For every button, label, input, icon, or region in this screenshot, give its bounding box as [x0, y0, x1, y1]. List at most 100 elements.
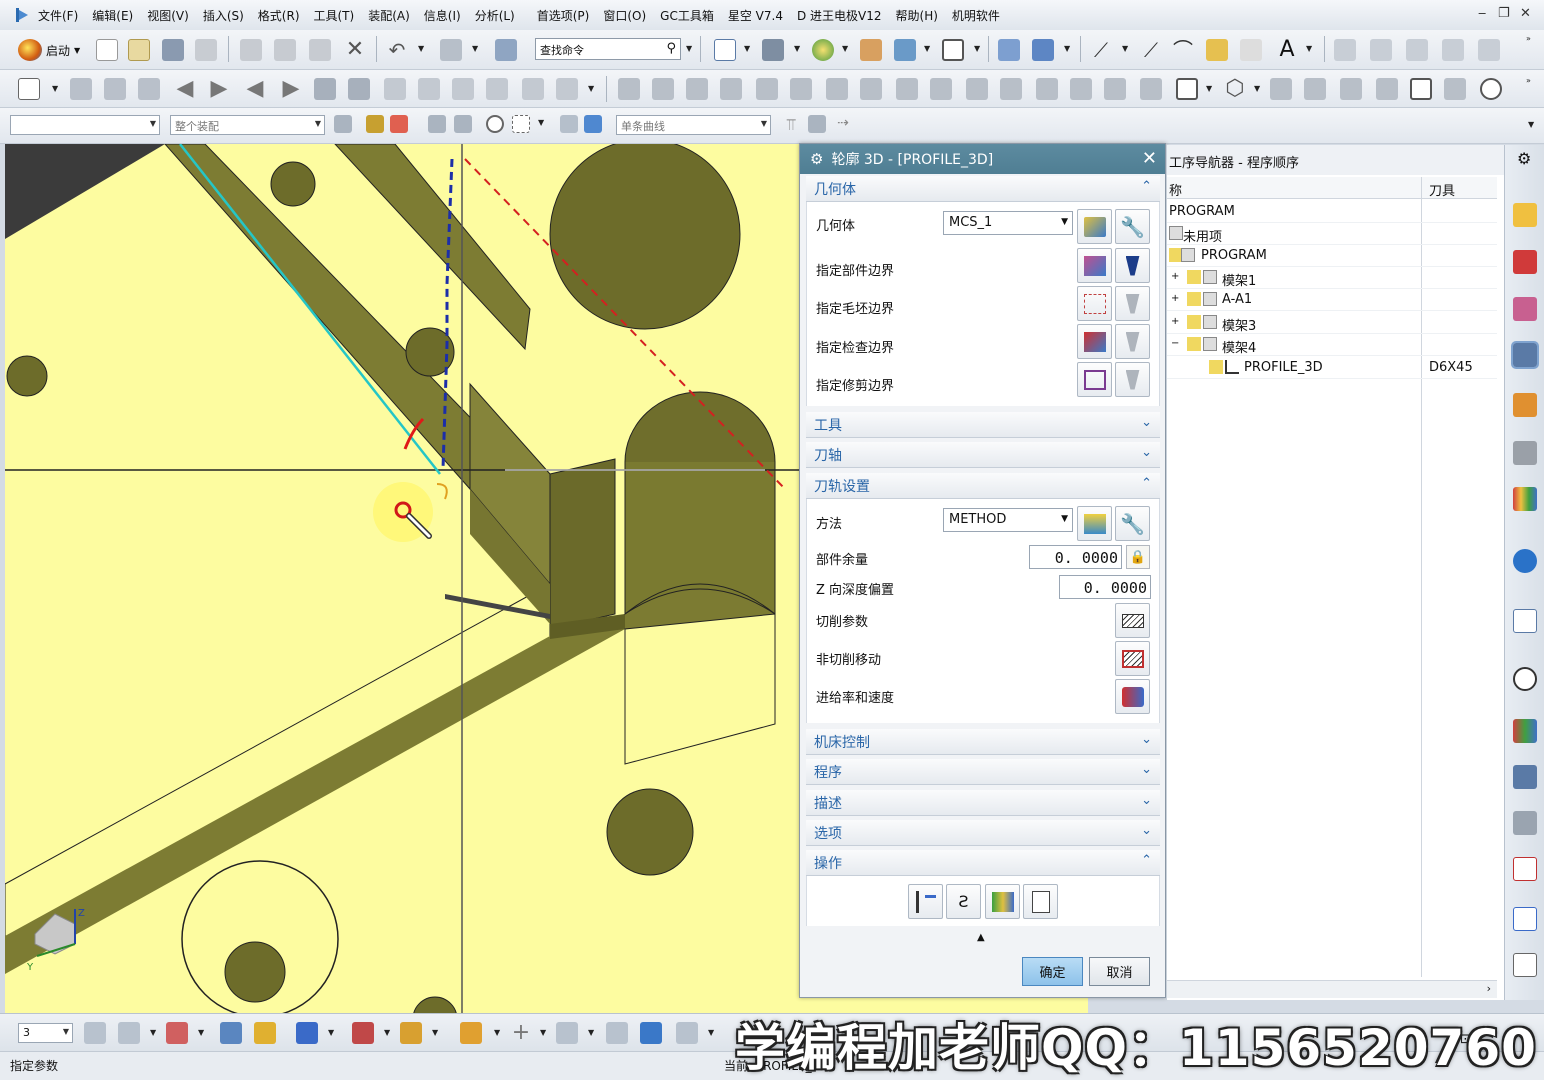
snap2-icon[interactable] — [390, 115, 408, 133]
group-options[interactable]: 选项 ⌄ — [806, 820, 1160, 846]
pad-icon[interactable] — [556, 78, 578, 100]
part-nav-icon[interactable] — [1513, 297, 1537, 321]
text-icon[interactable]: A — [1276, 39, 1298, 61]
sheet-icon[interactable] — [18, 78, 40, 100]
abs-icon[interactable] — [70, 78, 92, 100]
feature14-icon[interactable] — [1070, 78, 1092, 100]
feature16-icon[interactable] — [1140, 78, 1162, 100]
group-geometry[interactable]: 几何体 ⌃ — [806, 176, 1160, 202]
line2-icon[interactable]: ⟋ — [1140, 39, 1162, 61]
horizontal-scrollbar[interactable]: › — [1167, 980, 1497, 998]
window-tile4-icon[interactable] — [1442, 39, 1464, 61]
column-tool[interactable]: 刀具 — [1429, 180, 1455, 199]
pocket-icon[interactable] — [522, 78, 544, 100]
tree-row[interactable]: − 模架4 — [1167, 334, 1497, 356]
feature5-icon[interactable] — [756, 78, 778, 100]
new-method-button[interactable] — [1077, 506, 1112, 541]
cut-params-button[interactable] — [1115, 603, 1150, 638]
tree-row[interactable]: + 模架3 — [1167, 312, 1497, 334]
sketch-icon[interactable] — [1240, 39, 1262, 61]
group-actions[interactable]: 操作 ⌃ — [806, 850, 1160, 876]
feature9-icon[interactable] — [896, 78, 918, 100]
layer-settings-icon[interactable] — [84, 1022, 106, 1044]
menu-window[interactable]: 窗口(O) — [603, 7, 646, 24]
list-button[interactable] — [1023, 884, 1058, 919]
material-icon[interactable] — [812, 39, 834, 61]
web-browser-icon[interactable] — [1513, 549, 1537, 573]
menu-analysis[interactable]: 分析(L) — [475, 7, 515, 24]
show-part-boundary-button[interactable] — [1115, 248, 1150, 283]
collapse-arrow-icon[interactable]: ▲ — [977, 932, 985, 943]
menu-xingkong[interactable]: 星空 V7.4 — [728, 7, 783, 24]
copy-icon[interactable] — [274, 39, 296, 61]
show-blank-boundary-button[interactable] — [1115, 286, 1150, 321]
menu-electrode[interactable]: D 进王电极V12 — [797, 7, 882, 24]
feature21-icon[interactable] — [1444, 78, 1466, 100]
menu-gc-toolbox[interactable]: GC工具箱 — [660, 7, 714, 24]
generate-button[interactable] — [908, 884, 943, 919]
datum-icon[interactable] — [606, 1022, 628, 1044]
menu-jiming[interactable]: 机明软件 — [952, 7, 1000, 24]
revolve-icon[interactable] — [418, 78, 440, 100]
boss-icon[interactable] — [486, 78, 508, 100]
palette-icon[interactable] — [1513, 719, 1537, 743]
feature12-icon[interactable] — [1000, 78, 1022, 100]
replay-button[interactable]: Ƨ — [946, 884, 981, 919]
feature18-icon[interactable] — [1304, 78, 1326, 100]
close-icon[interactable]: ✕ — [1142, 148, 1157, 169]
print-icon[interactable] — [195, 39, 217, 61]
snap-circle-icon[interactable] — [486, 115, 504, 133]
arrow-right-icon[interactable]: ▶ — [208, 78, 230, 100]
close-window-icon[interactable]: ✕ — [1520, 6, 1531, 21]
start-button[interactable]: 启动 ▼ — [18, 38, 80, 62]
method-select[interactable]: METHOD ▼ — [943, 508, 1073, 532]
specify-check-boundary-button[interactable] — [1077, 324, 1112, 359]
curve-rule-select[interactable]: 单条曲线 ▼ — [616, 115, 771, 135]
point-constructor-icon[interactable]: + — [510, 1022, 532, 1044]
clock-icon[interactable] — [1513, 667, 1537, 691]
specify-trim-boundary-button[interactable] — [1077, 362, 1112, 397]
open-file-icon[interactable] — [128, 39, 150, 61]
reuse-library-icon[interactable] — [1513, 441, 1537, 465]
move-face-left-icon[interactable] — [314, 78, 336, 100]
minimize-icon[interactable]: ‒ — [1478, 6, 1486, 21]
restore-icon[interactable]: ❐ — [1498, 6, 1510, 21]
repeat-command-icon[interactable] — [440, 39, 462, 61]
arrow-left-icon[interactable]: ◀ — [174, 78, 196, 100]
move-face-right-icon[interactable] — [348, 78, 370, 100]
move-object-icon[interactable] — [220, 1022, 242, 1044]
menu-tools[interactable]: 工具(T) — [314, 7, 355, 24]
window-tile3-icon[interactable] — [1406, 39, 1428, 61]
delete-icon[interactable]: ✕ — [344, 39, 366, 61]
arrow-left2-icon[interactable]: ◀ — [244, 78, 266, 100]
transform-icon[interactable] — [104, 78, 126, 100]
snap6-icon[interactable] — [584, 115, 602, 133]
snap1-icon[interactable] — [366, 115, 384, 133]
work-layer-select[interactable]: 3 ▼ — [18, 1023, 73, 1043]
group-path-settings[interactable]: 刀轨设置 ⌃ — [806, 473, 1160, 499]
group-description[interactable]: 描述 ⌄ — [806, 790, 1160, 816]
view-orient-icon[interactable] — [894, 39, 916, 61]
background-icon[interactable] — [942, 39, 964, 61]
arc-icon[interactable]: ⌒ — [1172, 39, 1194, 61]
menu-info[interactable]: 信息(I) — [424, 7, 461, 24]
constraint-nav-icon[interactable] — [1513, 250, 1537, 274]
wcs-icon[interactable] — [998, 39, 1020, 61]
list-icon[interactable] — [138, 78, 160, 100]
circle-icon[interactable] — [1480, 78, 1502, 100]
lock-icon[interactable]: 🔒 — [1126, 545, 1150, 569]
type-filter-select[interactable]: ▼ — [10, 115, 160, 135]
edit-geometry-button[interactable]: 🔧 — [1115, 209, 1150, 244]
feature6-icon[interactable] — [790, 78, 812, 100]
operation-nav-icon[interactable] — [1511, 341, 1539, 369]
machine-tool-nav-icon[interactable] — [1513, 393, 1537, 417]
blank-body-icon[interactable] — [640, 1022, 662, 1044]
gear-icon[interactable]: ⚙ — [810, 150, 823, 168]
menu-assembly[interactable]: 装配(A) — [368, 7, 410, 24]
feature19-icon[interactable] — [1340, 78, 1362, 100]
feature2-icon[interactable] — [652, 78, 674, 100]
hole-icon[interactable] — [452, 78, 474, 100]
tree-row[interactable]: PROGRAM — [1167, 201, 1497, 223]
snap4-icon[interactable] — [454, 115, 472, 133]
undo-icon[interactable]: ↶ — [386, 39, 408, 61]
